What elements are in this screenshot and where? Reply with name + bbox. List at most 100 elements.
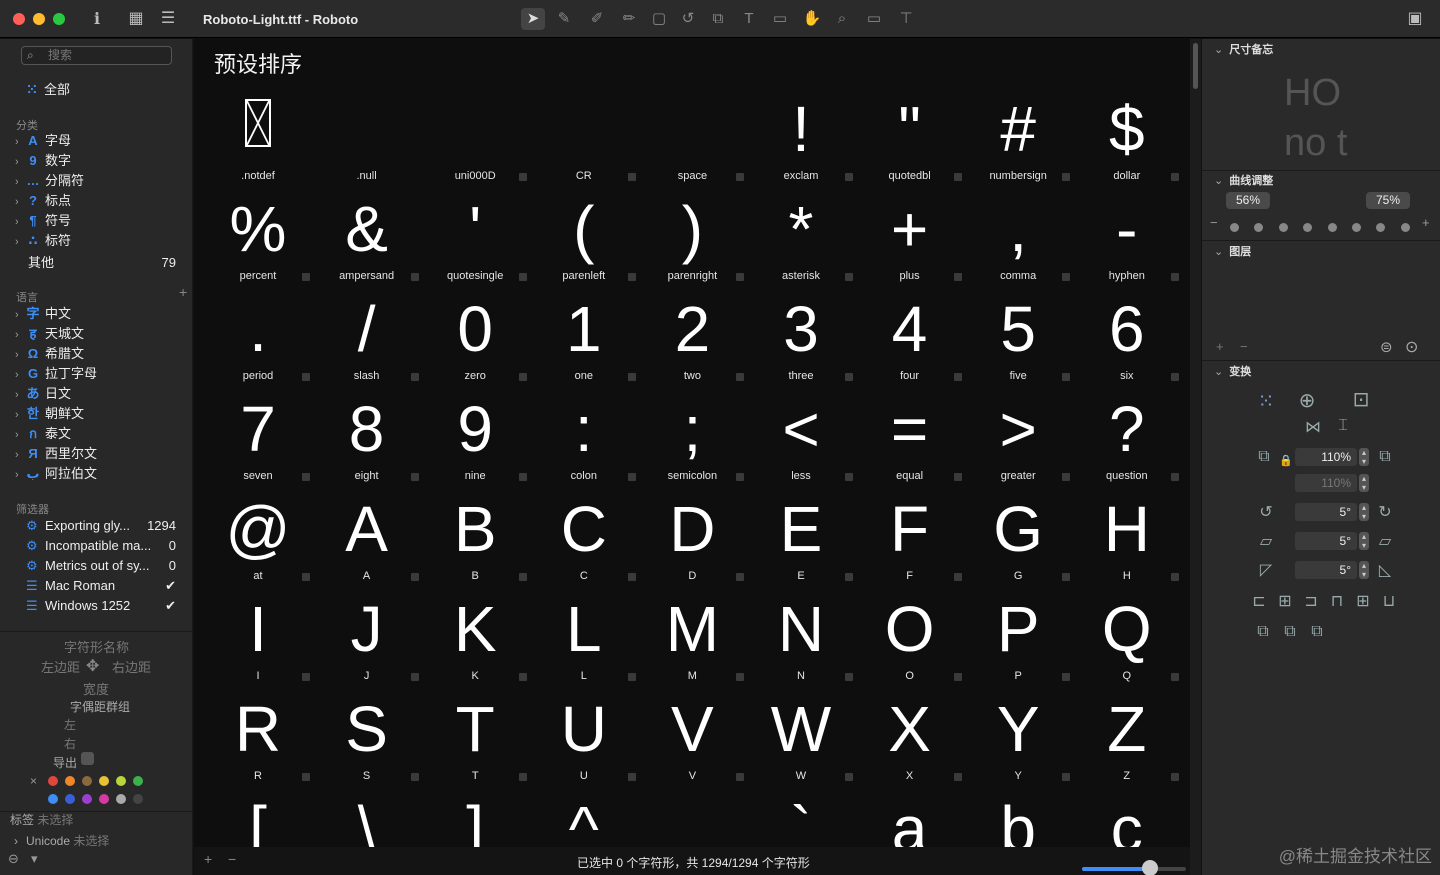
glyph-cell[interactable]: 5 five (964, 285, 1072, 385)
scrollbar-thumb[interactable] (1193, 43, 1198, 89)
glyph-name-label[interactable]: 字符形名称 (64, 637, 129, 656)
label-color-dot[interactable] (82, 794, 92, 804)
glyph-cell[interactable]: ; semicolon (638, 385, 746, 485)
intersect-icon[interactable]: ⧉ (1307, 623, 1327, 641)
glyph-cell[interactable]: 3 three (747, 285, 855, 385)
sidebar-item-category[interactable]: › … 分隔符 (15, 171, 84, 191)
export-checkbox[interactable] (81, 752, 94, 765)
label-color-dot[interactable] (65, 794, 75, 804)
label-color-dot[interactable] (133, 794, 143, 804)
label-color-dot[interactable] (116, 776, 126, 786)
align-left-icon[interactable]: ⊏ (1249, 591, 1269, 611)
kerning-right-label[interactable]: 右 (64, 735, 76, 752)
annotation-tool-icon[interactable]: ▭ (768, 8, 792, 30)
label-color-dot[interactable] (99, 794, 109, 804)
transform-center-icon[interactable]: ⊕ (1297, 388, 1317, 413)
glyph-cell[interactable]: $ dollar (1073, 85, 1181, 185)
align-middle-icon[interactable]: ⊞ (1353, 591, 1373, 611)
curve-preset-dot[interactable] (1376, 223, 1386, 232)
scale-apply-icon[interactable]: ⧉ (1375, 448, 1395, 466)
glyph-cell[interactable]: KK (421, 585, 529, 685)
glyph-cell[interactable]: % percent (204, 185, 312, 285)
glyph-cell[interactable]: . period (204, 285, 312, 385)
glyph-cell[interactable]: 8 eight (313, 385, 421, 485)
grid-view-icon[interactable]: ▦ (125, 8, 147, 30)
clear-color-icon[interactable]: × (30, 774, 37, 788)
glyph-cell[interactable]: CR (530, 85, 638, 185)
glyph-cell[interactable]: / slash (313, 285, 421, 385)
slant-right-icon[interactable]: ▱ (1375, 531, 1395, 551)
curve-preset-dot[interactable] (1327, 223, 1337, 232)
sidebar-item-filter[interactable]: ⚙ Incompatible ma... (26, 536, 151, 556)
flip-vertical-icon[interactable]: ⌶ (1333, 417, 1353, 435)
glyph-cell[interactable]: GG (964, 485, 1072, 585)
glyph-cell[interactable]: 0 zero (421, 285, 529, 385)
scrollbar[interactable] (1190, 39, 1201, 875)
glyph-cell[interactable]: CC (530, 485, 638, 585)
transform-origin-grid-icon[interactable]: ⁙ (1256, 389, 1276, 414)
glyph-cell[interactable]: FF (856, 485, 964, 585)
lock-icon[interactable]: 🔒 (1276, 454, 1296, 467)
glyph-cell[interactable]: YY (964, 685, 1072, 785)
rotate-field[interactable]: 5° (1295, 503, 1357, 521)
scale-x-field[interactable]: 110% (1295, 448, 1357, 466)
label-color-dot[interactable] (82, 776, 92, 786)
glyph-cell[interactable]: NN (747, 585, 855, 685)
skew-field[interactable]: 5° (1295, 561, 1357, 579)
scale-y-stepper[interactable]: ▴ ▾ (1359, 474, 1369, 492)
menu-icon[interactable]: ▾ (31, 851, 38, 867)
label-color-dot[interactable] (99, 776, 109, 786)
sidebar-item-language[interactable]: › あ日文 (15, 384, 71, 404)
glyph-cell[interactable]: & ampersand (313, 185, 421, 285)
unicode-row[interactable]: › Unicode 未选择 (14, 832, 109, 849)
glyph-cell[interactable]: : colon (530, 385, 638, 485)
transform-header[interactable]: ⌄ 变换 (1214, 363, 1251, 379)
slant-left-icon[interactable]: ▱ (1256, 531, 1276, 551)
select-tool-icon[interactable]: ➤ (521, 8, 545, 30)
flip-horizontal-icon[interactable]: ⋈ (1303, 417, 1323, 437)
add-glyph-icon[interactable]: + (204, 851, 212, 867)
glyph-cell[interactable]: .null (313, 85, 421, 185)
curve-decrease-icon[interactable]: − (1210, 215, 1218, 230)
glyph-cell[interactable]: RR (204, 685, 312, 785)
label-color-dot[interactable] (133, 776, 143, 786)
skew-right-icon[interactable]: ◺ (1375, 560, 1395, 580)
zoom-tool-icon[interactable]: ⌕ (830, 8, 854, 30)
pencil-tool-icon[interactable]: ✐ (585, 8, 609, 30)
remove-layer-icon[interactable]: − (1240, 339, 1248, 354)
sidebar-item-category[interactable]: › ¶ 符号 (15, 211, 71, 231)
glyph-cell[interactable]: 1 one (530, 285, 638, 385)
sidebar-item-other[interactable]: 其他 (28, 253, 54, 273)
zoom-window-button[interactable] (53, 13, 65, 25)
curve-header[interactable]: ⌄ 曲线调整 (1214, 172, 1273, 188)
add-language-icon[interactable]: + (179, 284, 187, 300)
glyph-cell[interactable]: SS (313, 685, 421, 785)
kerning-left-label[interactable]: 左 (64, 716, 76, 733)
glyph-cell[interactable]: 4 four (856, 285, 964, 385)
label-color-dot[interactable] (48, 776, 58, 786)
list-view-icon[interactable]: ☰ (157, 8, 179, 30)
glyph-cell[interactable]: UU (530, 685, 638, 785)
align-top-icon[interactable]: ⊓ (1327, 591, 1347, 611)
union-icon[interactable]: ⧉ (1253, 623, 1273, 641)
glyph-cell[interactable]: = equal (856, 385, 964, 485)
curve-preset-dot[interactable] (1352, 223, 1361, 232)
sidebar-item-category[interactable]: ›? 标点 (15, 191, 71, 211)
glyph-cell[interactable]: ' quotesingle (421, 185, 529, 285)
sidebar-item-language[interactable]: › G 拉丁字母 (15, 364, 97, 384)
align-center-icon[interactable]: ⊞ (1275, 591, 1295, 611)
sidebar-item-language[interactable]: › Ω 希腊文 (15, 344, 84, 364)
rotate-ccw-icon[interactable]: ↺ (1256, 502, 1276, 522)
glyph-cell[interactable]: EE (747, 485, 855, 585)
sidebar-item-category[interactable]: › ∴ 标符 (15, 231, 71, 251)
glyph-cell[interactable]: 9 nine (421, 385, 529, 485)
sidebar-item-all[interactable]: ⁙ 全部 (24, 80, 70, 100)
layer-options-icon[interactable]: ⊙ (1405, 337, 1418, 357)
glyph-cell[interactable]: " quotedbl (856, 85, 964, 185)
zoom-slider[interactable] (1082, 860, 1186, 875)
glyph-cell[interactable]: WW (747, 685, 855, 785)
curve-left-value[interactable]: 56% (1226, 192, 1270, 209)
glyph-cell[interactable]: QQ (1073, 585, 1181, 685)
skew-left-icon[interactable]: ◸ (1256, 560, 1276, 580)
glyph-cell[interactable]: @ at (204, 485, 312, 585)
